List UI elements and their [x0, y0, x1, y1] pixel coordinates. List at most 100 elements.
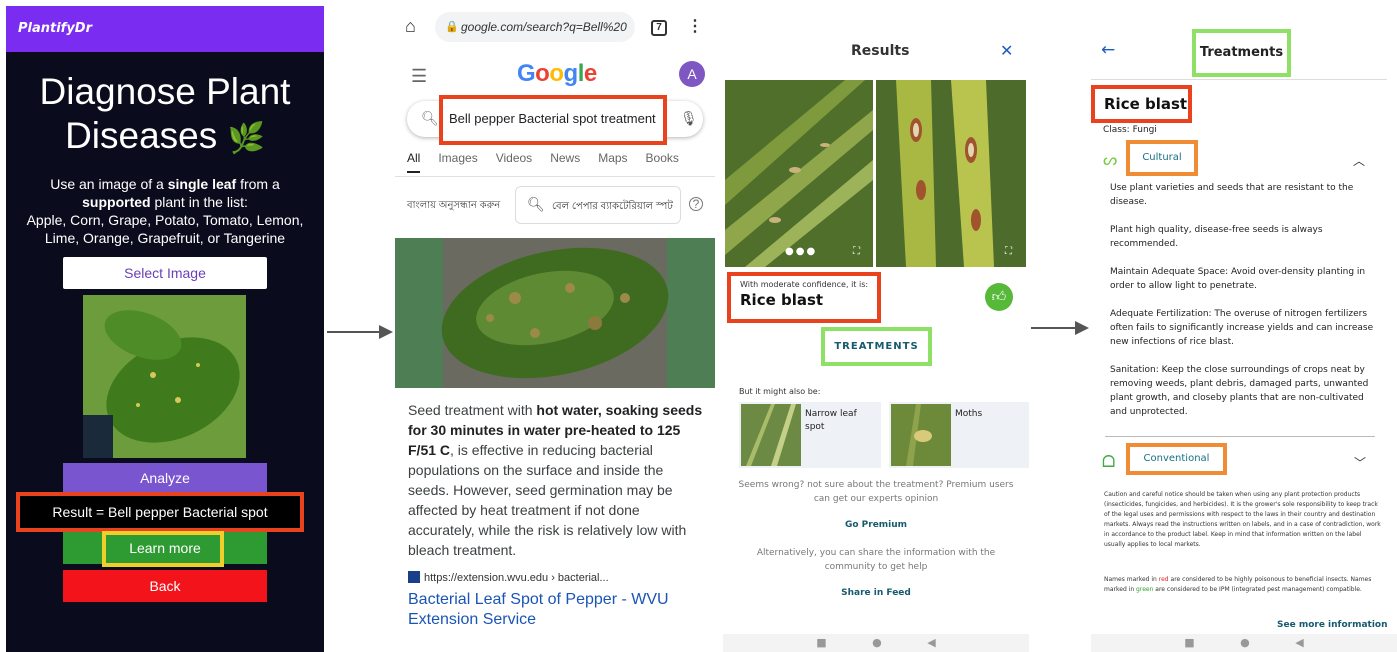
cultural-section-header[interactable]: Cultural	[1126, 140, 1198, 176]
tab-count-button[interactable]: 7	[651, 20, 667, 36]
account-avatar[interactable]: A	[679, 61, 705, 87]
carousel-dots[interactable]: ●●●	[785, 246, 817, 257]
back-arrow-icon[interactable]: ←	[1101, 40, 1115, 60]
back-button[interactable]: Back	[63, 570, 267, 602]
tab-all[interactable]: All	[407, 151, 421, 173]
alternatives-label: But it might also be:	[739, 387, 821, 396]
tab-maps[interactable]: Maps	[598, 151, 627, 165]
disease-name: Rice blast	[1091, 85, 1192, 123]
system-navigation-bar: ■ ● ◀	[723, 634, 1029, 652]
home-icon[interactable]: ●	[872, 636, 882, 649]
hamburger-menu-icon[interactable]: ☰	[411, 66, 427, 87]
tab-books[interactable]: Books	[646, 151, 679, 165]
treatment-item: Adequate Fertilization: The overuse of n…	[1110, 309, 1374, 347]
disease-class: Class: Fungi	[1103, 125, 1157, 135]
leaf-photo	[83, 295, 246, 458]
site-favicon	[408, 571, 420, 583]
search-icon: 🔍︎	[527, 196, 545, 212]
home-icon[interactable]: ⌂	[405, 16, 416, 37]
expand-icon[interactable]: ⛶	[853, 246, 860, 257]
more-info-link[interactable]: See more information	[1277, 620, 1388, 630]
intro-text: Use an image of a	[50, 176, 168, 192]
app-bar: PlantifyDr	[6, 6, 324, 52]
snippet-text-post: , is effective in reducing bacterial pop…	[408, 442, 687, 558]
legend-green: green	[1136, 586, 1154, 593]
spray-bottle-icon: ᗝ	[1102, 452, 1116, 471]
chevron-up-icon[interactable]: ︿	[1353, 152, 1365, 169]
citation-url: https://extension.wvu.edu › bacterial...	[424, 572, 609, 584]
home-icon[interactable]: ●	[1240, 636, 1250, 649]
arrow-icon	[327, 325, 393, 339]
google-logo: Google	[517, 60, 597, 88]
browser-toolbar: ⌂ google.com/search?q=Bell%20 🔒 7 ⋮	[395, 0, 715, 52]
legend-red: red	[1158, 576, 1169, 583]
conventional-section-header[interactable]: Conventional	[1126, 443, 1227, 475]
system-navigation-bar: ■ ● ◀	[1091, 634, 1397, 652]
alternative-card[interactable]: Narrow leaf spot	[739, 402, 881, 468]
result-link[interactable]: Bacterial Leaf Spot of Pepper - WVU Exte…	[408, 590, 698, 630]
more-options-icon[interactable]: ⋮	[687, 16, 703, 36]
tab-images[interactable]: Images	[438, 151, 477, 165]
alternative-photo	[741, 404, 801, 466]
back-icon[interactable]: ◀	[927, 636, 935, 649]
intro-text-post: plant in the list:	[150, 194, 248, 210]
treatment-item: Sanitation: Keep the close surroundings …	[1110, 365, 1369, 417]
results-screen: Results ✕ ●●● ⛶ ⛶ With moderate confiden…	[723, 0, 1029, 652]
lock-icon: 🔒	[445, 21, 459, 33]
chevron-down-icon[interactable]: ﹀	[1354, 454, 1366, 471]
close-icon[interactable]: ✕	[1000, 41, 1013, 60]
app-name: PlantifyDr	[18, 21, 93, 36]
thumbs-up-icon[interactable]: 👍︎	[985, 283, 1013, 311]
result-citation: https://extension.wvu.edu › bacterial...	[408, 571, 609, 584]
leaf-icon: 🌿	[227, 122, 265, 155]
treatments-screen: ← Treatments Rice blast Class: Fungi ᔕ C…	[1091, 0, 1397, 652]
legend-text: Names marked in red are considered to be…	[1104, 575, 1384, 595]
treatment-item: Plant high quality, disease-free seeds i…	[1110, 225, 1323, 249]
bengali-search-label: বাংলায় অনুসন্ধান করুন	[407, 200, 501, 211]
sprout-icon: ᔕ	[1103, 150, 1118, 169]
learn-more-highlight	[102, 531, 224, 567]
title-line-1: Diagnose Plant	[39, 71, 291, 112]
back-icon[interactable]: ◀	[1295, 636, 1303, 649]
divider	[1105, 436, 1375, 437]
leaf-photo	[395, 238, 715, 388]
caution-text: Caution and careful notice should be tak…	[1104, 491, 1381, 548]
tab-videos[interactable]: Videos	[496, 151, 532, 165]
intro-bold-supported: supported	[82, 194, 151, 210]
treatments-button[interactable]: TREATMENTS	[821, 327, 932, 366]
title-line-2: Diseases	[65, 115, 218, 156]
diagnosis-photo-2	[876, 80, 1026, 267]
go-premium-link[interactable]: Go Premium	[723, 520, 1029, 530]
analyze-button[interactable]: Analyze	[63, 463, 267, 494]
alternative-card[interactable]: Moths	[889, 402, 1029, 468]
diagnosis-photo	[725, 80, 873, 267]
recents-icon[interactable]: ■	[816, 636, 826, 649]
select-image-button[interactable]: Select Image	[63, 257, 267, 289]
share-prompt: Alternatively, you can share the informa…	[756, 548, 996, 572]
result-text: Result = Bell pepper Bacterial spot	[16, 492, 304, 532]
alternative-photo	[891, 404, 951, 466]
logo-letter: g	[563, 60, 579, 87]
logo-letter: o	[549, 60, 564, 87]
help-icon[interactable]: ?	[689, 197, 703, 211]
page-title: Treatments	[1192, 29, 1291, 77]
page-title: Diagnose Plant Diseases 🌿	[6, 70, 324, 161]
treatment-item: Use plant varieties and seeds that are r…	[1110, 183, 1354, 207]
share-in-feed-link[interactable]: Share in Feed	[723, 588, 1029, 598]
recents-icon[interactable]: ■	[1184, 636, 1194, 649]
search-icon: 🔍︎	[421, 110, 439, 126]
search-input[interactable]: Bell pepper Bacterial spot treatment	[439, 95, 667, 145]
plantifydr-screen: PlantifyDr Diagnose Plant Diseases 🌿 Use…	[6, 6, 324, 652]
logo-letter: e	[583, 60, 597, 87]
url-bar[interactable]: google.com/search?q=Bell%20	[435, 12, 635, 42]
intro-bold-single-leaf: single leaf	[167, 176, 237, 192]
expand-icon[interactable]: ⛶	[1005, 246, 1012, 257]
confidence-text: With moderate confidence, it is:	[740, 280, 869, 289]
microphone-icon[interactable]: 🎙︎	[680, 110, 698, 127]
arrow-icon	[1031, 321, 1089, 335]
diagnosis-result: With moderate confidence, it is: Rice bl…	[727, 272, 881, 323]
tab-news[interactable]: News	[550, 151, 580, 165]
search-tabs: All Images Videos News Maps Books	[407, 151, 715, 173]
treatment-item: Maintain Adequate Space: Avoid over-dens…	[1110, 267, 1366, 291]
premium-prompt: Seems wrong? not sure about the treatmen…	[738, 480, 1014, 504]
